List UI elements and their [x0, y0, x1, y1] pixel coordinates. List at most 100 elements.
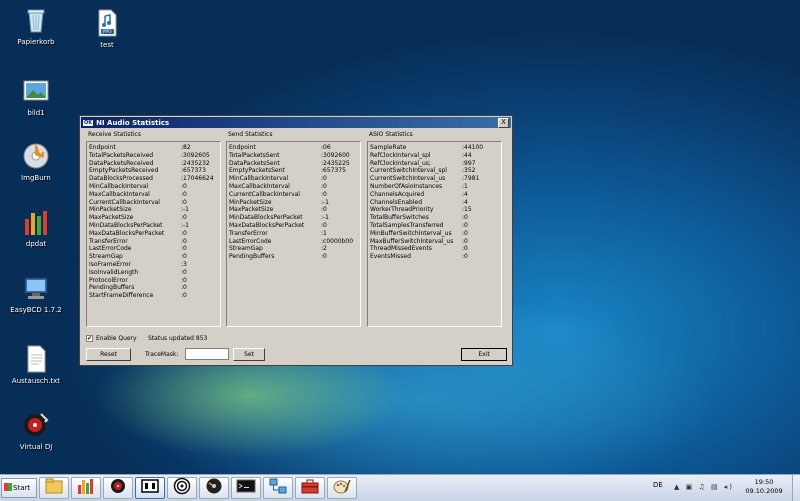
stat-value: :0 [181, 253, 187, 261]
taskbar-network[interactable] [263, 477, 293, 499]
stat-value: :1 [462, 182, 468, 190]
stat-row: ThreadMissedEvents:0 [370, 245, 499, 253]
taskbar-console[interactable] [231, 477, 261, 499]
image-file-icon [21, 76, 51, 106]
stat-row: NumberOfAsioInstances:1 [370, 183, 499, 191]
set-button[interactable]: Set [233, 348, 265, 361]
mp3-badge: MP3 [103, 29, 112, 34]
window-titlebar[interactable]: OK NI Audio Statistics [81, 117, 511, 128]
taskbar-paint[interactable] [327, 477, 357, 499]
desktop-icon-test-mp3[interactable]: MP3 test [72, 8, 142, 49]
stat-value: :44 [462, 151, 472, 159]
stat-name: IsoFrameError [89, 260, 131, 268]
desktop-icon-bild1[interactable]: bild1 [1, 76, 71, 117]
close-button[interactable]: X [498, 118, 509, 128]
stat-name: EmptyPacketsReceived [89, 167, 159, 175]
stat-name: SampleRate [370, 144, 407, 151]
desktop-icon-label: test [100, 41, 114, 49]
stat-row: DataPacketsReceived:2435232 [89, 160, 218, 168]
taskbar-toolbox[interactable] [295, 477, 325, 499]
desktop-icon-austausch-txt[interactable]: Austausch.txt [1, 344, 71, 385]
desktop-icon-label: Virtual DJ [19, 443, 53, 451]
dvd-burner-icon [204, 477, 224, 499]
stat-row: MinCallbackInterval:0 [89, 183, 218, 191]
stat-row: MaxPacketSize:0 [89, 214, 218, 222]
explorer-icon [44, 477, 64, 499]
desktop-icon-easybcd[interactable]: EasyBCD 1.7.2 [1, 273, 71, 314]
stat-row: ChannelsEnabled:4 [370, 199, 499, 207]
stat-row: TransferError :1 [229, 230, 358, 238]
stat-value: :-1 [181, 221, 190, 229]
stat-name: StreamGap [229, 245, 263, 253]
stat-name: TotalPacketsReceived [89, 151, 154, 159]
toolbox-icon [300, 477, 320, 499]
stat-value: :352 [462, 167, 476, 175]
text-file-icon [21, 344, 51, 374]
stat-row: StartFrameDifference:0 [89, 292, 218, 300]
stat-row: MinPacketSize:-1 [229, 199, 358, 207]
reset-button[interactable]: Reset [86, 348, 131, 361]
taskbar-clock[interactable]: 19:50 09.10.2009 [742, 478, 786, 496]
stat-row: CurrentCallbackInterval:0 [89, 199, 218, 207]
taskbar-dpdat[interactable] [71, 477, 101, 499]
stat-name: TotalSamplesTransferred [370, 221, 444, 229]
stat-row: StreamGap:0 [89, 253, 218, 261]
imgburn-icon [21, 141, 51, 171]
system-tray-icons[interactable]: ▲ ▣ ♫ ▤ ◂) [674, 483, 734, 491]
stat-row: MinBufferSwitchInterval_us:0 [370, 230, 499, 238]
stat-value: :06 [321, 144, 331, 151]
stat-name: TransferError [229, 229, 268, 237]
start-button[interactable]: Start [1, 478, 37, 498]
desktop-icon-label: Papierkorb [17, 38, 55, 46]
taskbar: Start DE ▲ ▣ ♫ ▤ ◂) 19:50 09.10.2009 [0, 474, 800, 501]
stat-value: :657373 [181, 167, 206, 175]
stat-name: ThreadMissedEvents [370, 245, 432, 253]
taskbar-virtual-dj[interactable] [103, 477, 133, 499]
desktop-icon-recycle-bin[interactable]: Papierkorb [1, 5, 71, 46]
stat-name: CurrentSwitchInterval_spl [370, 167, 447, 175]
stat-value: :82 [181, 144, 191, 151]
taskbar-explorer[interactable] [39, 477, 69, 499]
enable-query-checkbox[interactable]: ✔ [86, 335, 93, 342]
stat-value: :0 [321, 253, 327, 261]
stat-row: IsoFrameError :3 [89, 261, 218, 269]
stat-row: TotalSamplesTransferred:0 [370, 222, 499, 230]
stat-name: MinCallbackInterval [229, 175, 289, 183]
stat-row: CurrentCallbackInterval:0 [229, 191, 358, 199]
language-indicator[interactable]: DE [653, 481, 663, 489]
desktop-icon-imgburn[interactable]: ImgBurn [1, 141, 71, 182]
stat-row: MaxCallbackInterval:0 [229, 183, 358, 191]
stat-name: MaxPacketSize [229, 206, 274, 214]
asio-statistics-list: SampleRate:44100 RefClockInterval_spl:44 R… [370, 144, 499, 261]
stat-row: CurrentSwitchInterval_us:7981 [370, 175, 499, 183]
stat-value: :-1 [321, 214, 330, 222]
stat-row: MaxDataBlocksPerPacket:0 [229, 222, 358, 230]
receive-statistics-panel: Endpoint:82 TotalPacketsReceived:3092605 D… [86, 141, 221, 327]
stat-value: :2 [321, 245, 327, 253]
desktop-icon-virtual-dj[interactable]: Virtual DJ [1, 410, 71, 451]
stat-value: :3092600 [321, 151, 350, 159]
windows-flag-icon [4, 483, 12, 491]
stat-name: DataPacketsSent [229, 159, 280, 167]
taskbar-speaker[interactable] [167, 477, 197, 499]
tracemask-input[interactable] [185, 348, 229, 360]
stat-name: PendingBuffers [229, 253, 275, 261]
stat-value: :0 [181, 214, 187, 222]
stat-row: DataPacketsSent:2435225 [229, 160, 358, 168]
mp3-file-icon: MP3 [92, 8, 122, 38]
ni-audio-statistics-window: OK NI Audio Statistics X Receive Statist… [79, 115, 513, 366]
stat-value: :1 [321, 229, 327, 237]
stat-value: :3 [181, 260, 187, 268]
stat-name: ProtocolError [89, 276, 128, 284]
stat-value: :3092605 [181, 151, 210, 159]
receive-statistics-list: Endpoint:82 TotalPacketsReceived:3092605 D… [89, 144, 218, 300]
taskbar-ni-audio-statistics[interactable] [135, 477, 165, 499]
show-desktop-button[interactable] [792, 475, 800, 501]
stat-name: DataBlocksProcessed [89, 175, 153, 183]
exit-button[interactable]: Exit [461, 348, 507, 361]
stat-row: DataBlocksProcessed:17046624 [89, 175, 218, 183]
stat-row: WorkerThreadPriority:15 [370, 206, 499, 214]
send-statistics-panel: Endpoint:06 TotalPacketsSent:3092600 DataP… [226, 141, 361, 327]
desktop-icon-dpdat[interactable]: dpdat [1, 207, 71, 248]
taskbar-dvd-burner[interactable] [199, 477, 229, 499]
